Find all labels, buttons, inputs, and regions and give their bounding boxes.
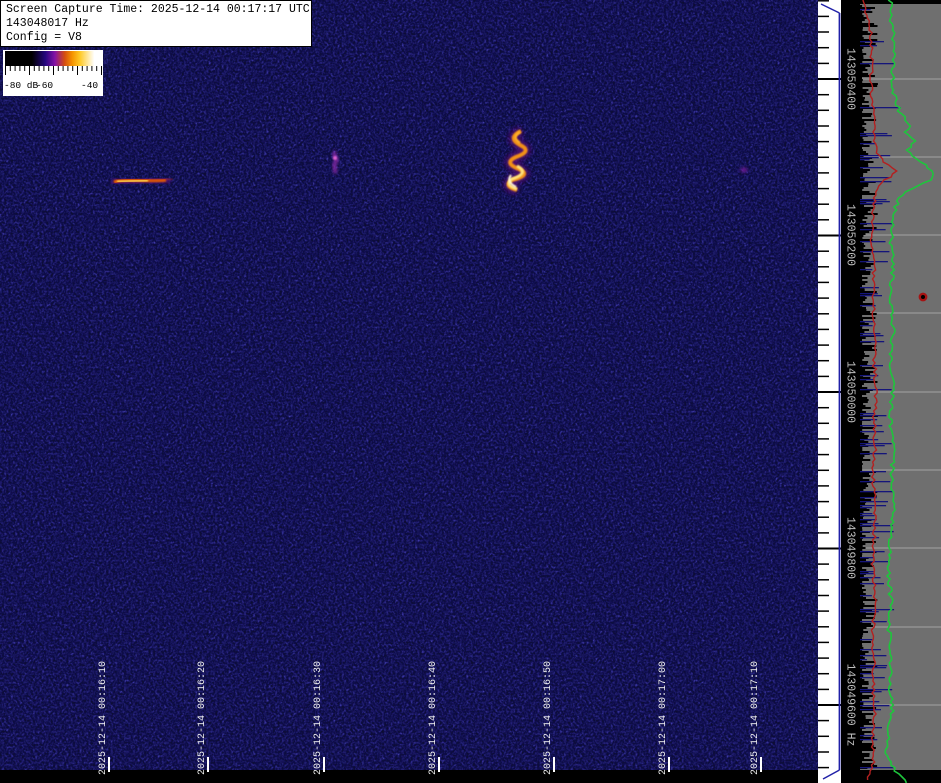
- time-tick-mark: [553, 757, 555, 772]
- capture-frequency-line: 143048017 Hz: [6, 17, 311, 31]
- echo-faint-blob: [333, 152, 337, 173]
- time-tick-mark: [323, 757, 325, 772]
- time-tick-mark: [207, 757, 209, 772]
- spectrogram-screen: 2025-12-14 00:16:102025-12-14 00:16:2020…: [0, 0, 941, 783]
- frequency-tick-label: 143049600 Hz: [844, 664, 857, 747]
- time-tick-mark: [760, 757, 762, 772]
- colorbar-labels: -80 dB -60 -40: [3, 79, 103, 95]
- echo-horizontal-streak: [112, 179, 173, 182]
- frequency-tick-label: 143050400: [844, 48, 857, 110]
- frequency-axis: 143050400 143050200 143050000 143049800 1430…: [841, 0, 860, 783]
- spectrum-panel: [860, 0, 941, 783]
- spectrum-panel-plot: [860, 0, 941, 783]
- signal-echoes: [0, 0, 818, 783]
- colorbar-gradient: [5, 51, 101, 66]
- capture-config-line: Config = V8: [6, 31, 311, 45]
- frequency-tick-label: 143050200: [844, 204, 857, 266]
- color-scale-legend: -80 dB -60 -40: [3, 50, 103, 96]
- colorbar-label-min: -80 dB: [4, 80, 38, 91]
- frequency-tick-label: 143049800: [844, 517, 857, 579]
- colorbar-ticks: [3, 66, 103, 79]
- colorbar-label-mid: -60: [36, 80, 53, 91]
- colorbar-label-max: -40: [81, 80, 98, 91]
- capture-time-line: Screen Capture Time: 2025-12-14 00:17:17…: [6, 3, 311, 17]
- waterfall-area: 2025-12-14 00:16:102025-12-14 00:16:2020…: [0, 0, 818, 783]
- echo-faint-dot: [741, 168, 748, 173]
- capture-info-box: Screen Capture Time: 2025-12-14 00:17:17…: [0, 0, 312, 47]
- time-tick-mark: [668, 757, 670, 772]
- frequency-ruler-ticks: [818, 0, 841, 783]
- frequency-tick-label: 143050000: [844, 361, 857, 423]
- frequency-ruler: [818, 0, 841, 783]
- time-tick-mark: [438, 757, 440, 772]
- echo-corkscrew: [508, 131, 525, 190]
- time-tick-mark: [108, 757, 110, 772]
